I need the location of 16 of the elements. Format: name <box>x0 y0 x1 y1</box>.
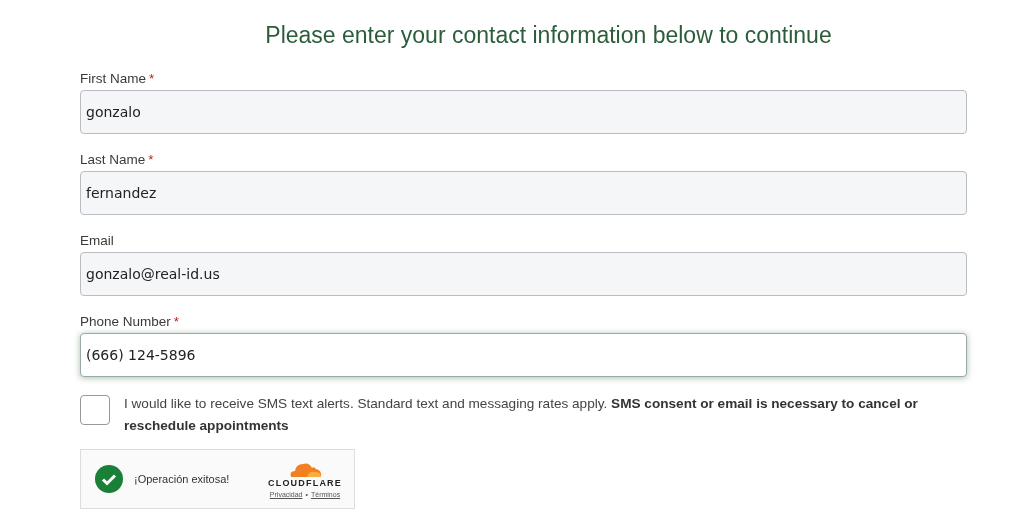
required-mark: * <box>148 152 154 167</box>
field-label: First Name <box>80 71 146 86</box>
form-heading: Please enter your contact information below to continue <box>264 22 833 49</box>
captcha-status: ¡Operación exitosa! <box>134 473 231 485</box>
input-field[interactable]: fernandez <box>80 171 967 215</box>
input-field[interactable]: gonzalo@real-id.us <box>80 252 967 296</box>
field-label: Email <box>80 233 114 248</box>
input-field[interactable]: gonzalo <box>80 90 967 134</box>
required-mark: * <box>149 71 155 86</box>
sms-checkbox[interactable] <box>80 395 110 425</box>
required-mark: * <box>173 314 180 329</box>
input-field[interactable]: (666) 124-5896 <box>80 333 967 377</box>
field-label: Phone Number <box>80 314 171 329</box>
consent-text: I would like to receive SMS text alerts. Standard text and messaging rates apply. SMS consent or email is necessary to cancel or reschedule appointments <box>124 395 919 435</box>
field-label: Last Name <box>80 152 146 167</box>
brand-name: CLOUDFLARE <box>268 478 342 488</box>
